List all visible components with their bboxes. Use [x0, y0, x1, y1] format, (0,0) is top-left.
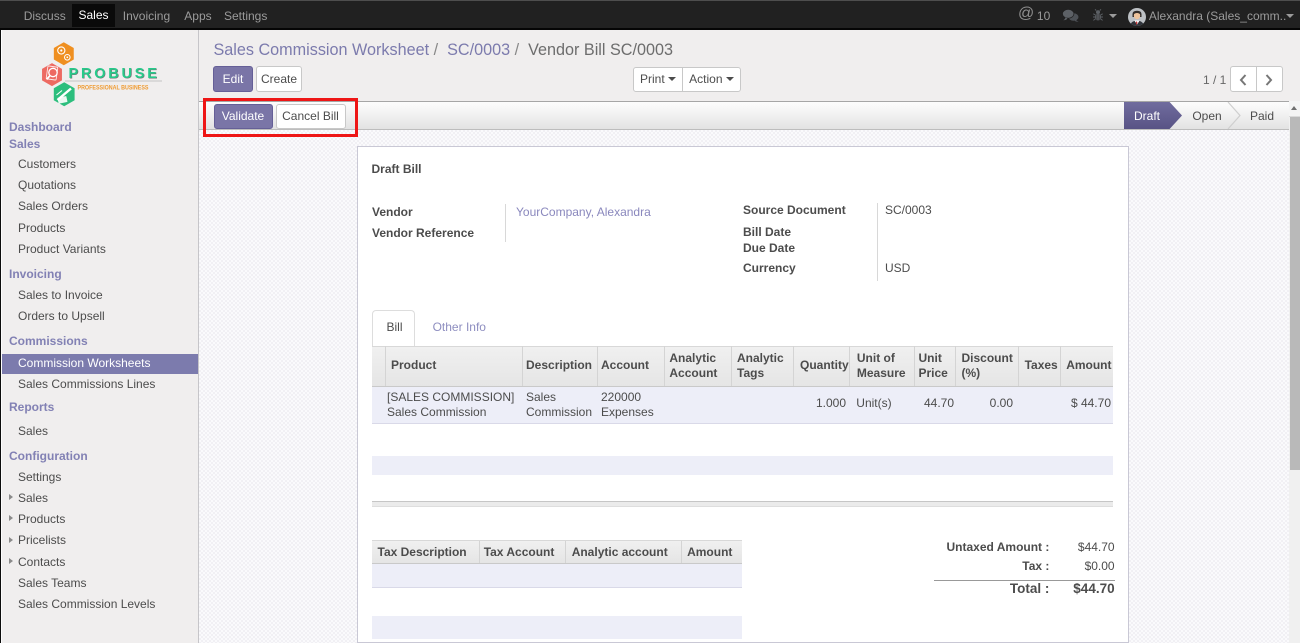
svg-text:Draft: Draft — [1134, 109, 1161, 123]
svg-text:PROFESSIONAL BUSINESS: PROFESSIONAL BUSINESS — [78, 84, 150, 91]
svg-text:Paid: Paid — [1250, 109, 1274, 123]
svg-text:PROBUSE: PROBUSE — [69, 66, 161, 82]
svg-text:Open: Open — [1192, 109, 1221, 123]
